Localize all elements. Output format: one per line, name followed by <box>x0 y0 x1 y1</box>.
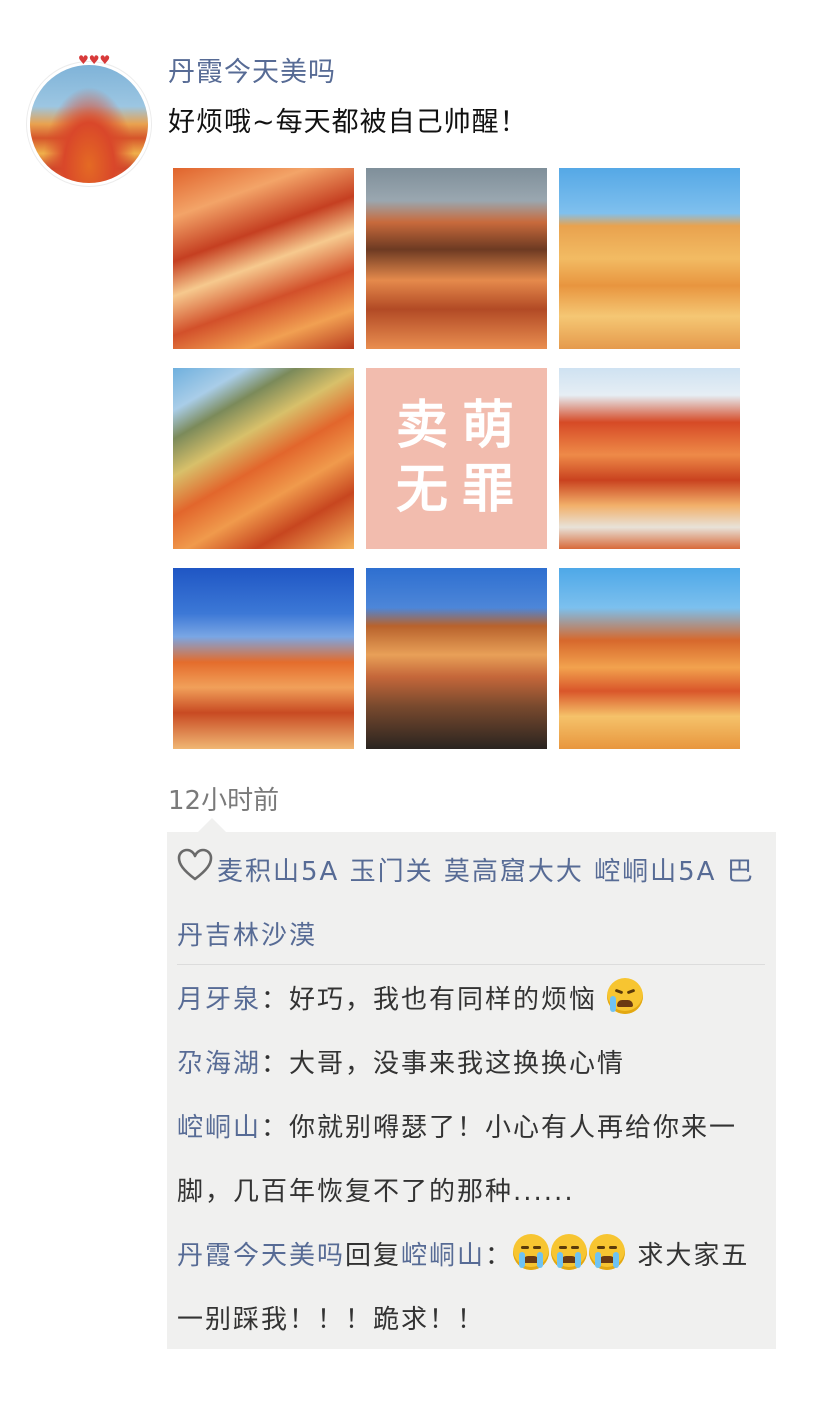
photo-thumbnail[interactable] <box>366 168 547 349</box>
comment-item[interactable]: 尕海湖：大哥，没事来我这换换心情 <box>177 1032 767 1096</box>
hearts-decoration-icon: ♥♥♥ <box>78 53 111 67</box>
post-text: 好烦哦~每天都被自己帅醒！ <box>168 107 528 138</box>
comment-box-pointer <box>198 818 226 832</box>
sticker-char: 卖 <box>396 396 449 456</box>
crying-face-icon <box>551 1234 588 1270</box>
sticker-image[interactable]: 卖 萌 无 罪 <box>366 368 547 549</box>
author-avatar[interactable] <box>30 65 148 183</box>
liker-names[interactable]: 麦积山5A 玉门关 莫高窟大大 崆峒山5A 巴丹吉林沙漠 <box>177 857 755 951</box>
sticker-char: 萌 <box>462 396 515 456</box>
photo-thumbnail[interactable] <box>173 168 354 349</box>
sticker-char: 罪 <box>462 460 515 520</box>
commenter-name[interactable]: 丹霞今天美吗 <box>177 1241 345 1271</box>
photo-thumbnail[interactable] <box>173 368 354 549</box>
photo-thumbnail[interactable] <box>366 568 547 749</box>
comment-item[interactable]: 月牙泉：好巧，我也有同样的烦恼 <box>177 968 767 1032</box>
commenter-name[interactable]: 月牙泉 <box>177 985 261 1015</box>
heart-outline-icon <box>177 848 213 881</box>
photo-thumbnail[interactable] <box>559 168 740 349</box>
comment-box: 麦积山5A 玉门关 莫高窟大大 崆峒山5A 巴丹吉林沙漠 月牙泉：好巧，我也有同… <box>167 832 776 1349</box>
crying-face-icon <box>513 1234 550 1270</box>
sticker-char: 无 <box>396 460 449 520</box>
divider <box>177 964 765 965</box>
photo-grid: 卖 萌 无 罪 <box>173 168 740 749</box>
commenter-name[interactable]: 崆峒山 <box>177 1113 261 1143</box>
comment-list: 月牙泉：好巧，我也有同样的烦恼 尕海湖：大哥，没事来我这换换心情 崆峒山：你就别… <box>177 968 767 1352</box>
reply-target-name[interactable]: 崆峒山 <box>401 1241 485 1271</box>
likes-row: 麦积山5A 玉门关 莫高窟大大 崆峒山5A 巴丹吉林沙漠 <box>177 840 765 968</box>
photo-thumbnail[interactable] <box>173 568 354 749</box>
reply-word: 回复 <box>345 1241 402 1271</box>
crying-face-icon <box>589 1234 626 1270</box>
comment-text: 好巧，我也有同样的烦恼 <box>289 985 608 1015</box>
face-with-tears-icon <box>607 978 644 1014</box>
photo-thumbnail[interactable] <box>559 568 740 749</box>
commenter-name[interactable]: 尕海湖 <box>177 1049 261 1079</box>
photo-thumbnail[interactable] <box>559 368 740 549</box>
post-timestamp: 12小时前 <box>168 786 280 816</box>
post-author-name[interactable]: 丹霞今天美吗 <box>168 50 336 89</box>
comment-item[interactable]: 丹霞今天美吗回复崆峒山： 求大家五一别踩我！！！跪求！！ <box>177 1224 767 1352</box>
comment-item[interactable]: 崆峒山：你就别嘚瑟了！小心有人再给你来一脚，几百年恢复不了的那种...... <box>177 1096 767 1224</box>
comment-text: 大哥，没事来我这换换心情 <box>289 1049 626 1079</box>
